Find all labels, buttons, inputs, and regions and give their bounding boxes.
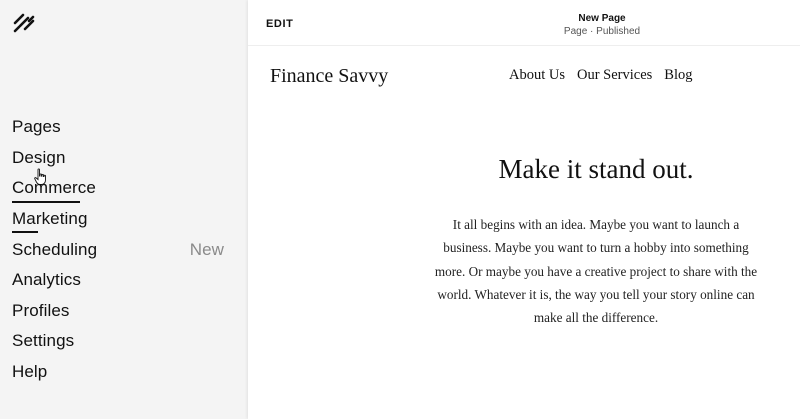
page-title: New Page bbox=[578, 13, 626, 24]
editor-topbar: EDIT New Page Page · Published bbox=[248, 0, 800, 46]
hover-underline bbox=[12, 231, 38, 234]
section-heading[interactable]: Make it stand out. bbox=[418, 154, 774, 185]
sidebar-item-label: Analytics bbox=[12, 270, 81, 290]
sidebar-item-help[interactable]: Help bbox=[12, 357, 248, 388]
sidebar-item-analytics[interactable]: Analytics bbox=[12, 265, 248, 296]
editor-canvas: EDIT New Page Page · Published Finance S… bbox=[248, 0, 800, 419]
section-body-text[interactable]: It all begins with an idea. Maybe you wa… bbox=[431, 213, 761, 329]
new-badge: New bbox=[189, 239, 224, 259]
page-info: New Page Page · Published bbox=[248, 13, 800, 37]
sidebar-item-profiles[interactable]: Profiles bbox=[12, 296, 248, 327]
page-status: Page · Published bbox=[563, 26, 641, 37]
site-nav: About Us Our Services Blog bbox=[509, 67, 693, 84]
sidebar-item-marketing[interactable]: Marketing bbox=[12, 204, 248, 235]
sidebar-item-label: Help bbox=[12, 362, 48, 382]
sidebar-item-label: Marketing bbox=[12, 209, 88, 229]
sidebar-item-label: Commerce bbox=[12, 178, 96, 198]
sidebar-item-settings[interactable]: Settings bbox=[12, 326, 248, 357]
sidebar-item-label: Design bbox=[12, 147, 66, 167]
sidebar-nav: Pages Design Commerce Marketing Scheduli… bbox=[12, 112, 248, 387]
sidebar-item-label: Profiles bbox=[12, 300, 70, 320]
hover-underline bbox=[12, 200, 80, 203]
sidebar-item-label: Settings bbox=[12, 331, 75, 351]
hand-pointer-cursor-icon bbox=[34, 168, 48, 186]
sidebar-item-label: Pages bbox=[12, 117, 61, 137]
site-nav-about-us[interactable]: About Us bbox=[509, 67, 565, 84]
site-title[interactable]: Finance Savvy bbox=[270, 65, 388, 88]
sidebar-item-label: Scheduling bbox=[12, 239, 98, 259]
squarespace-logo-icon[interactable] bbox=[11, 11, 37, 37]
site-nav-our-services[interactable]: Our Services bbox=[577, 67, 652, 84]
site-nav-blog[interactable]: Blog bbox=[664, 67, 692, 84]
sidebar: Pages Design Commerce Marketing Scheduli… bbox=[0, 0, 248, 419]
sidebar-item-pages[interactable]: Pages bbox=[12, 112, 248, 143]
sidebar-item-scheduling[interactable]: Scheduling New bbox=[12, 234, 248, 265]
